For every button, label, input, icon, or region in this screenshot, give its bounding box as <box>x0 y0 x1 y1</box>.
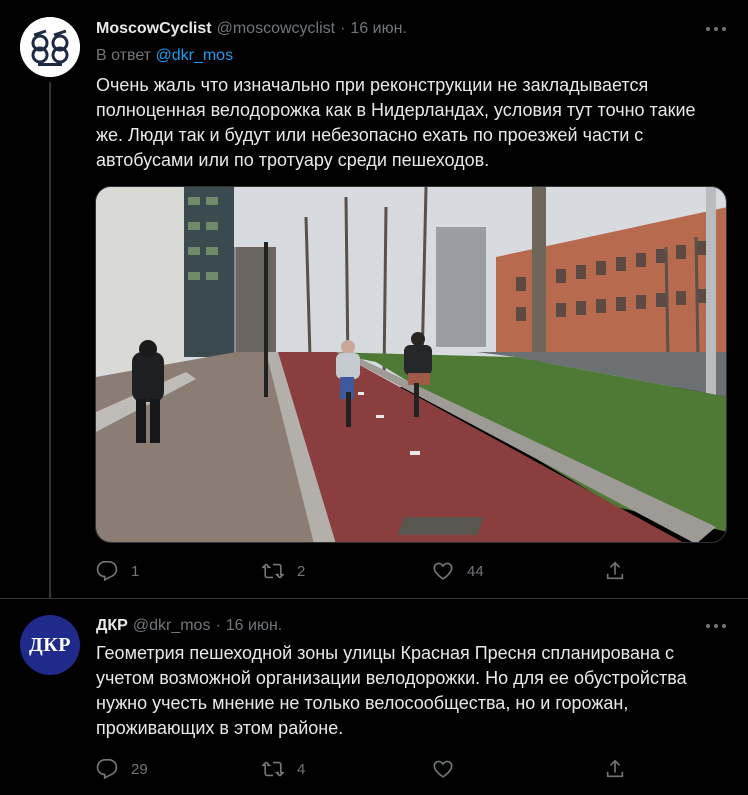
tweet-dkr[interactable]: ДКР ДКР @dkr_mos · 16 июн. Геометрия пеш… <box>0 598 748 795</box>
share-button[interactable] <box>604 559 626 583</box>
retweet-count: 2 <box>297 562 306 580</box>
heart-icon <box>433 760 453 778</box>
tweet-text-line: Геометрия пешеходной зоны улицы Красная … <box>96 643 674 663</box>
reply-icon <box>96 759 118 780</box>
share-icon <box>606 561 624 580</box>
street-photo-illustration <box>96 187 726 542</box>
share-button[interactable] <box>604 757 626 781</box>
share-icon <box>606 759 624 778</box>
retweet-button[interactable]: 2 <box>262 559 305 583</box>
tweet-text: Очень жаль что изначально при реконструк… <box>96 73 696 173</box>
heart-icon <box>433 562 453 580</box>
separator: · <box>340 20 346 37</box>
display-name[interactable]: ДКР <box>96 617 128 635</box>
reply-count: 1 <box>131 562 140 580</box>
avatar-logo-icon <box>20 17 80 77</box>
tweet-header: ДКР @dkr_mos · 16 июн. <box>96 617 282 635</box>
tweet-actions: 29 4 <box>96 757 636 781</box>
reply-button[interactable]: 1 <box>96 559 139 583</box>
tweet-header: MoscowCyclist @moscowcyclist · 16 июн. <box>96 20 407 38</box>
avatar-moscowcyclist[interactable] <box>20 17 80 77</box>
tweet-text-line: Очень жаль что изначально при реконструк… <box>96 75 649 95</box>
retweet-icon <box>262 563 284 579</box>
like-count: 44 <box>467 562 484 580</box>
tweet-actions: 1 2 44 <box>96 559 636 583</box>
tweet-text-line: же. Люди так и будут или небезопасно еха… <box>96 125 644 145</box>
tweet-date[interactable]: 16 июн. <box>350 20 406 38</box>
avatar-dkr[interactable]: ДКР <box>20 615 80 675</box>
retweet-button[interactable]: 4 <box>262 757 305 781</box>
tweet-text-line: учетом возможной организации велодорожки… <box>96 668 687 688</box>
tweet-text-line: полноценная велодорожка как в Нидерланда… <box>96 100 696 120</box>
like-button[interactable] <box>432 757 454 781</box>
reply-count: 29 <box>131 760 148 778</box>
tweet-text-line: автобусами или по тротуару среди пешеход… <box>96 150 490 170</box>
display-name[interactable]: MoscowCyclist <box>96 20 212 38</box>
more-icon[interactable] <box>706 24 726 34</box>
tweet-date[interactable]: 16 июн. <box>226 617 282 635</box>
thread-line <box>49 82 51 598</box>
retweet-icon <box>262 761 284 777</box>
separator: · <box>215 617 221 634</box>
tweet-moscowcyclist[interactable]: MoscowCyclist @moscowcyclist · 16 июн. В… <box>0 0 748 598</box>
tweet-text: Геометрия пешеходной зоны улицы Красная … <box>96 641 687 741</box>
tweet-photo[interactable] <box>95 186 727 543</box>
user-handle[interactable]: @dkr_mos <box>133 617 211 635</box>
reply-icon <box>96 561 118 582</box>
more-icon[interactable] <box>706 621 726 631</box>
retweet-count: 4 <box>297 760 306 778</box>
avatar-text: ДКР <box>29 633 71 656</box>
reply-prefix: В ответ <box>96 47 152 64</box>
like-button[interactable]: 44 <box>432 559 484 583</box>
tweet-text-line: нужно учесть мнение не только велосообще… <box>96 693 629 713</box>
reply-to-link[interactable]: @dkr_mos <box>155 47 233 64</box>
reply-button[interactable]: 29 <box>96 757 148 781</box>
reply-context: В ответ @dkr_mos <box>96 47 233 65</box>
user-handle[interactable]: @moscowcyclist <box>217 20 335 38</box>
tweet-text-line: проживающих в этом районе. <box>96 718 344 738</box>
